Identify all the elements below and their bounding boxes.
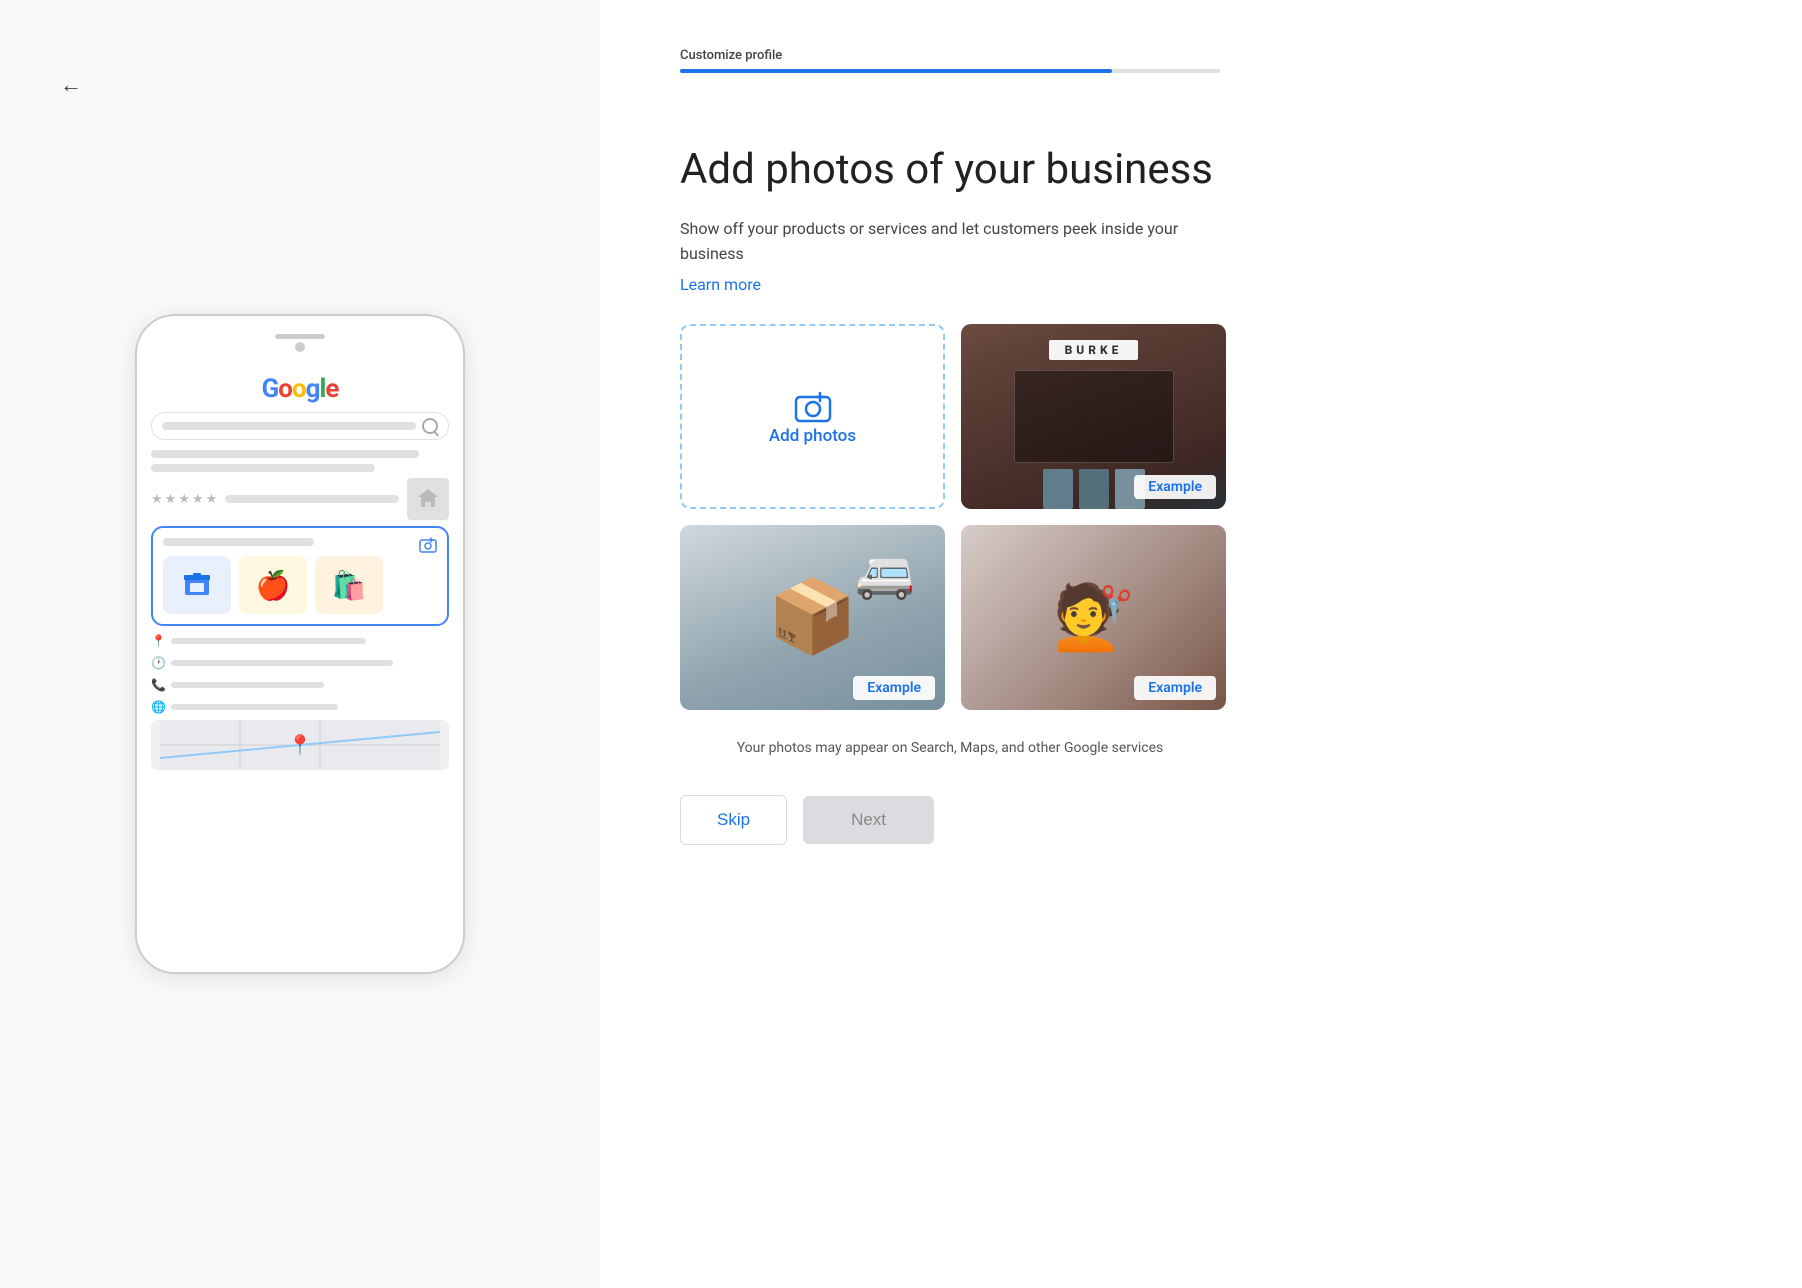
location-lines: [171, 638, 449, 644]
learn-more-link[interactable]: Learn more: [680, 275, 1702, 294]
search-bar-mock: [151, 412, 449, 440]
mock-clock-row: 🕐: [151, 656, 449, 670]
main-title: Add photos of your business: [680, 145, 1702, 195]
food-icon-box: 🍎: [239, 556, 307, 614]
example-badge-3: Example: [1134, 676, 1216, 700]
action-buttons: Skip Next: [680, 795, 1702, 845]
search-icon-mock: [422, 418, 438, 434]
burke-window: [1014, 370, 1174, 463]
example-badge-2: Example: [853, 676, 935, 700]
step-label: Customize profile: [680, 48, 1702, 63]
phone-mockup: Google ★ ★ ★ ★ ★: [135, 314, 465, 974]
skip-button[interactable]: Skip: [680, 795, 787, 845]
progress-section: Customize profile: [680, 48, 1702, 109]
phone-lines: [171, 682, 449, 688]
photos-grid: Add photos BURKE Example 📦 🚐 Example: [680, 324, 1702, 710]
hair-icon: 💇: [1054, 580, 1134, 655]
map-mock: 📍: [151, 720, 449, 770]
mock-globe-row: 🌐: [151, 700, 449, 714]
mock-line-2: [151, 464, 375, 472]
next-button[interactable]: Next: [803, 796, 934, 844]
stars-mock: ★ ★ ★ ★ ★: [151, 492, 217, 507]
photo-icons-row: 🍎 🛍️: [163, 556, 437, 614]
phone-screen: Google ★ ★ ★ ★ ★: [137, 362, 463, 972]
mock-card-title: [163, 538, 314, 546]
shop-icon-box: [163, 556, 231, 614]
mock-line-1: [151, 450, 419, 458]
left-panel: ← Google ★ ★ ★ ★: [0, 0, 600, 1288]
location-icon-mock: 📍: [151, 634, 165, 648]
delivery-photo-box: 📦 🚐 Example: [680, 525, 945, 710]
description-text: Show off your products or services and l…: [680, 217, 1180, 267]
photo-card-highlight: 🍎 🛍️: [151, 526, 449, 626]
footer-note: Your photos may appear on Search, Maps, …: [680, 738, 1220, 759]
hair-photo-box: 💇 Example: [961, 525, 1226, 710]
mock-phone-row: 📞: [151, 678, 449, 692]
phone-icon-mock: 📞: [151, 678, 165, 692]
progress-bar-container: [680, 69, 1220, 73]
clock-lines: [171, 660, 449, 666]
delivery-person-icon: 📦: [768, 581, 858, 653]
back-button[interactable]: ←: [60, 72, 82, 98]
bag-icon-box: 🛍️: [315, 556, 383, 614]
right-panel: Customize profile Add photos of your bus…: [600, 0, 1802, 1288]
globe-lines: [171, 704, 449, 710]
example-badge-1: Example: [1134, 475, 1216, 499]
burke-photo-box: BURKE Example: [961, 324, 1226, 509]
camera-plus-icon: [793, 386, 833, 426]
mock-rating-row: ★ ★ ★ ★ ★: [151, 478, 449, 520]
add-photos-box[interactable]: Add photos: [680, 324, 945, 509]
add-photo-icon-small: [419, 536, 437, 558]
progress-bar-fill: [680, 69, 1112, 73]
clock-icon-mock: 🕐: [151, 656, 165, 670]
globe-icon-mock: 🌐: [151, 700, 165, 714]
van-icon: 🚐: [855, 545, 915, 602]
mock-rating-text: [225, 495, 399, 503]
search-input-mock: [162, 422, 416, 430]
phone-speaker: [275, 334, 325, 339]
phone-camera-dot: [295, 342, 305, 352]
store-icon-mock: [407, 478, 449, 520]
map-pin-mock: 📍: [288, 733, 313, 757]
google-logo: Google: [151, 374, 449, 404]
add-photos-label: Add photos: [769, 426, 856, 446]
mock-location-row: 📍: [151, 634, 449, 648]
burke-sign-text: BURKE: [1049, 340, 1139, 360]
